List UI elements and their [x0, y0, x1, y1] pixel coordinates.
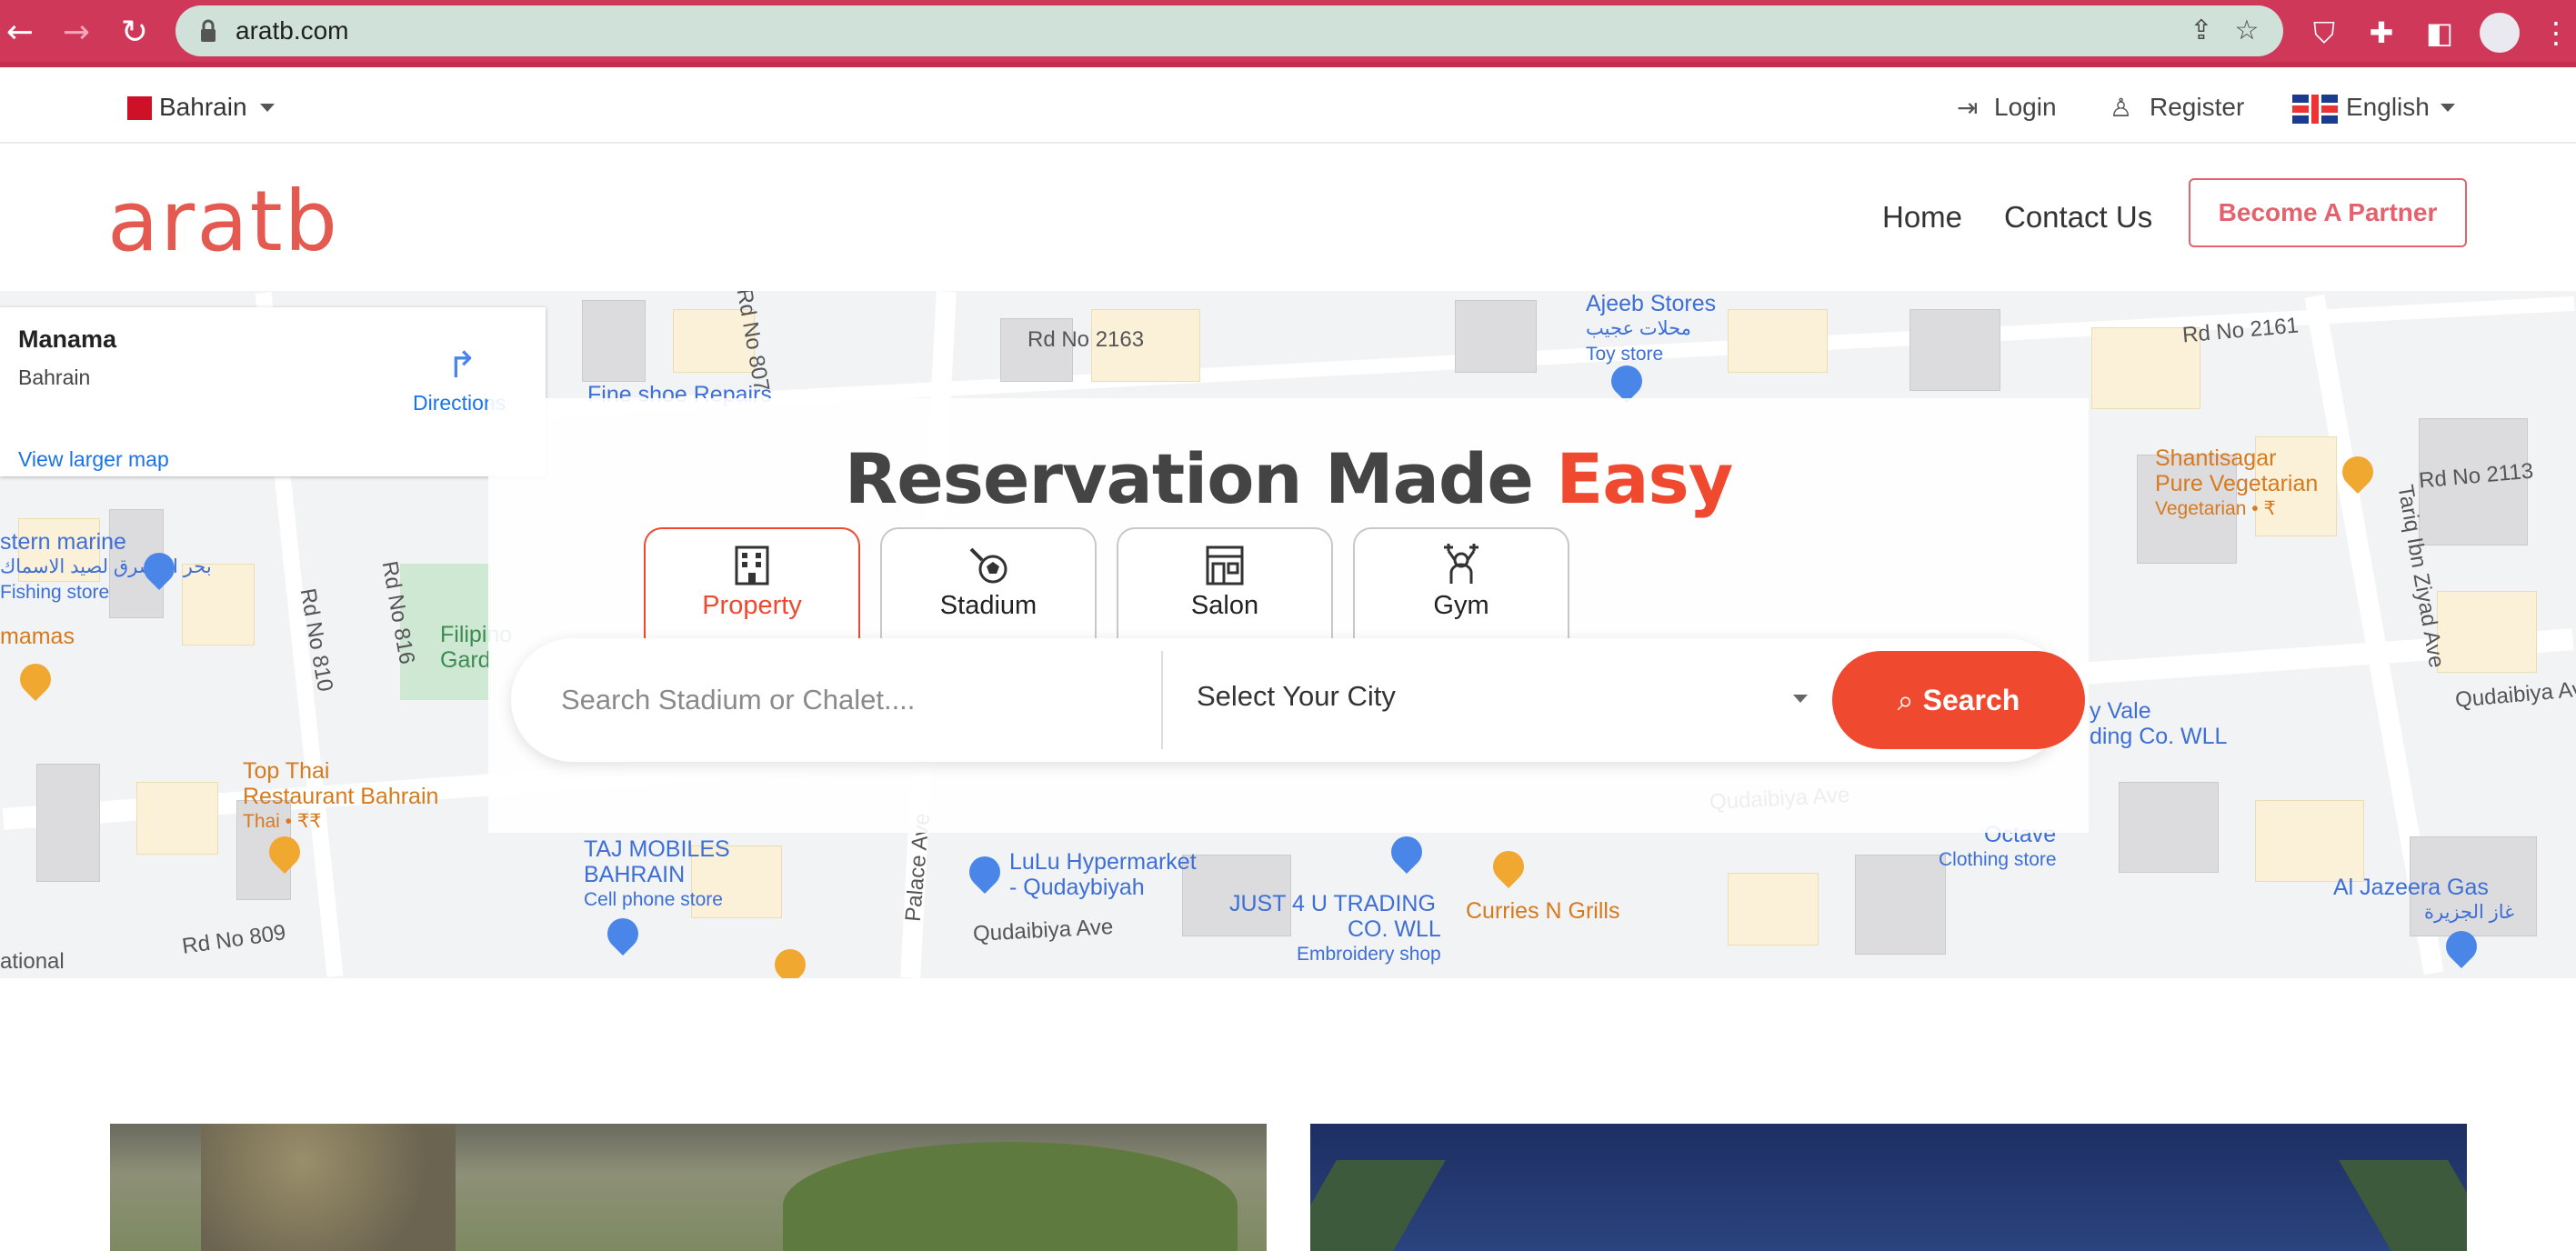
map-poi[interactable]: Top Thai Restaurant Bahrain Thai • ₹₹	[243, 758, 438, 835]
register-link[interactable]: Register	[2150, 93, 2244, 122]
user-icon: ♙	[2110, 93, 2133, 123]
site-logo[interactable]: aratb	[107, 180, 339, 264]
chevron-down-icon[interactable]	[2441, 104, 2455, 112]
map-block	[36, 764, 100, 882]
language-selector[interactable]: English	[2346, 93, 2430, 122]
puzzle-extension-icon[interactable]: ✚	[2361, 13, 2401, 53]
map-road-label: Rd No 809	[180, 920, 288, 959]
map-poi[interactable]: LuLu Hypermarket - Qudaybiyah	[1009, 849, 1197, 900]
directions-icon[interactable]: ↱	[444, 347, 480, 384]
nav-contact[interactable]: Contact Us	[2004, 200, 2152, 235]
map-poi[interactable]: y Vale ding Co. WLL	[2090, 698, 2227, 749]
map-pin-icon[interactable]	[1384, 829, 1429, 875]
share-icon[interactable]: ⇪	[2185, 15, 2218, 47]
map-pin-icon[interactable]	[1486, 844, 1531, 889]
top-bar: Bahrain ⇥ Login ♙ Register English	[0, 67, 2576, 144]
map-place-card: Manama Bahrain ↱ Directions View larger …	[0, 307, 546, 476]
forward-icon[interactable]: →	[56, 13, 96, 53]
map-poi[interactable]: Curries N Grills	[1466, 898, 1619, 924]
chevron-down-icon[interactable]	[1793, 695, 1808, 703]
salon-icon	[1202, 542, 1248, 587]
map-block	[136, 782, 218, 855]
lock-icon	[201, 19, 216, 42]
map-pin-icon[interactable]	[600, 911, 646, 956]
tab-stadium[interactable]: Stadium	[880, 527, 1097, 646]
football-icon	[966, 542, 1011, 587]
sidepanel-icon[interactable]: ◧	[2420, 13, 2460, 53]
map-block	[1855, 855, 1946, 955]
map-road-label: Qudaibiya Ave	[972, 914, 1114, 947]
map-block	[2437, 591, 2537, 673]
bahrain-flag-icon	[119, 96, 152, 120]
map-pin-icon[interactable]	[767, 942, 813, 978]
city-select[interactable]: Select Your City	[1197, 680, 1396, 713]
address-bar[interactable]: aratb.com ⇪ ☆	[175, 5, 2283, 56]
search-bar: Select Your City ⌕Search	[511, 638, 2085, 762]
place-name: Manama	[18, 325, 117, 353]
map-poi[interactable]: TAJ MOBILES BAHRAIN Cell phone store	[584, 836, 730, 913]
map-road-label: Rd No 2163	[1027, 327, 1145, 352]
building-icon	[729, 542, 775, 587]
map-embed[interactable]: Rd No 2163 Rd No 2161 Rd No 2113 Rd No 8…	[0, 291, 2576, 978]
view-larger-map-link[interactable]: View larger map	[18, 447, 169, 472]
hero-headline: Reservation Made Easy	[844, 438, 1734, 519]
become-partner-button[interactable]: Become A Partner	[2189, 178, 2467, 247]
url-text[interactable]: aratb.com	[236, 16, 349, 45]
map-block	[2119, 782, 2219, 873]
map-block	[582, 300, 646, 382]
map-block	[1728, 309, 1828, 373]
login-icon: ⇥	[1957, 93, 1979, 123]
search-button[interactable]: ⌕ Search	[1832, 651, 2085, 749]
back-icon[interactable]: ←	[0, 13, 40, 53]
map-poi[interactable]: stern marine بحر المشرق لصيد الاسماك Fis…	[0, 529, 212, 605]
map-poi[interactable]: Al Jazeera Gas غاز الجزيرة	[2333, 875, 2514, 926]
search-input[interactable]	[561, 675, 1107, 726]
tab-gym[interactable]: Gym	[1353, 527, 1569, 646]
country-selector[interactable]: Bahrain	[159, 93, 247, 122]
map-pin-icon[interactable]	[962, 849, 1007, 895]
star-icon[interactable]: ☆	[2230, 15, 2263, 47]
feature-card-image[interactable]	[110, 1124, 1267, 1251]
search-panel: Reservation Made Easy Property Stadium S…	[488, 398, 2089, 833]
place-country: Bahrain	[18, 365, 91, 389]
map-road-label: ational	[0, 949, 65, 974]
login-link[interactable]: Login	[1994, 93, 2057, 122]
map-poi[interactable]: Ajeeb Stores محلات عجيب Toy store	[1586, 291, 1716, 367]
browser-toolbar: ← → ↻ aratb.com ⇪ ☆ ⛉ ✚ ◧ ⋮	[0, 0, 2576, 67]
map-block	[1909, 309, 2000, 391]
map-poi[interactable]: JUST 4 U TRADING CO. WLL Embroidery shop	[1229, 891, 1441, 967]
map-poi[interactable]: mamas	[0, 624, 75, 649]
map-block	[1455, 300, 1537, 373]
menu-icon[interactable]: ⋮	[2536, 13, 2576, 53]
chevron-down-icon[interactable]	[260, 104, 275, 112]
reload-icon[interactable]: ↻	[115, 13, 155, 53]
search-icon: ⌕	[1897, 683, 1914, 717]
profile-avatar[interactable]	[2480, 13, 2520, 53]
tab-property[interactable]: Property	[644, 527, 860, 646]
uk-flag-icon	[2292, 95, 2338, 124]
map-block	[2255, 800, 2364, 882]
search-divider	[1161, 651, 1163, 749]
tab-salon[interactable]: Salon	[1117, 527, 1333, 646]
map-pin-icon[interactable]	[13, 656, 58, 702]
site-header: aratb Home Contact Us Become A Partner	[0, 144, 2576, 291]
feature-card-image[interactable]	[1310, 1124, 2467, 1251]
gym-icon	[1438, 542, 1484, 587]
map-road-label: Qudaibiya Ave	[2454, 676, 2576, 713]
shield-extension-icon[interactable]: ⛉	[2304, 13, 2344, 53]
map-poi[interactable]: Shantisagar Pure Vegetarian Vegetarian •…	[2155, 445, 2318, 522]
nav-home[interactable]: Home	[1882, 200, 1962, 235]
map-block	[1728, 873, 1819, 946]
